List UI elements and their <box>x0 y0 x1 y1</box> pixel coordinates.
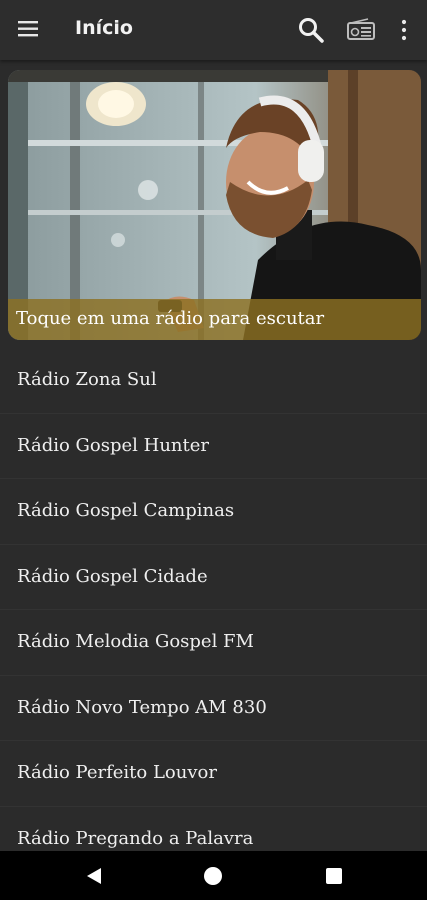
home-icon[interactable] <box>204 867 222 885</box>
station-name: Rádio Novo Tempo AM 830 <box>17 696 267 718</box>
list-item[interactable]: Rádio Perfeito Louvor <box>0 741 427 807</box>
list-item[interactable]: Rádio Melodia Gospel FM <box>0 610 427 676</box>
list-item[interactable]: Rádio Gospel Cidade <box>0 545 427 610</box>
list-item[interactable]: Rádio Zona Sul <box>0 348 427 414</box>
more-vert-icon[interactable] <box>398 18 410 42</box>
station-name: Rádio Gospel Campinas <box>17 500 235 521</box>
recents-icon[interactable] <box>326 868 342 884</box>
banner-caption: Toque em uma rádio para escutar <box>16 308 325 329</box>
list-item[interactable]: Rádio Gospel Hunter <box>0 414 427 479</box>
search-icon[interactable] <box>297 16 325 44</box>
back-icon[interactable] <box>86 867 102 885</box>
app-bar: Início <box>0 0 427 60</box>
radio-icon[interactable] <box>346 18 376 42</box>
station-name: Rádio Gospel Hunter <box>17 434 210 456</box>
station-name: Rádio Pregando a Palavra <box>17 827 254 849</box>
system-nav-bar <box>0 851 427 900</box>
station-name: Rádio Gospel Cidade <box>17 565 208 587</box>
station-name: Rádio Perfeito Louvor <box>17 762 217 783</box>
banner-caption-bar: Toque em uma rádio para escutar <box>8 299 421 340</box>
list-item[interactable]: Rádio Gospel Campinas <box>0 479 427 545</box>
station-name: Rádio Zona Sul <box>17 369 157 390</box>
station-list: Rádio Zona Sul Rádio Gospel Hunter Rádio… <box>0 348 427 872</box>
menu-icon[interactable] <box>17 19 41 39</box>
hero-banner: Toque em uma rádio para escutar <box>8 70 421 340</box>
list-item[interactable]: Rádio Novo Tempo AM 830 <box>0 676 427 741</box>
station-name: Rádio Melodia Gospel FM <box>17 631 254 652</box>
page-title: Início <box>75 17 133 39</box>
